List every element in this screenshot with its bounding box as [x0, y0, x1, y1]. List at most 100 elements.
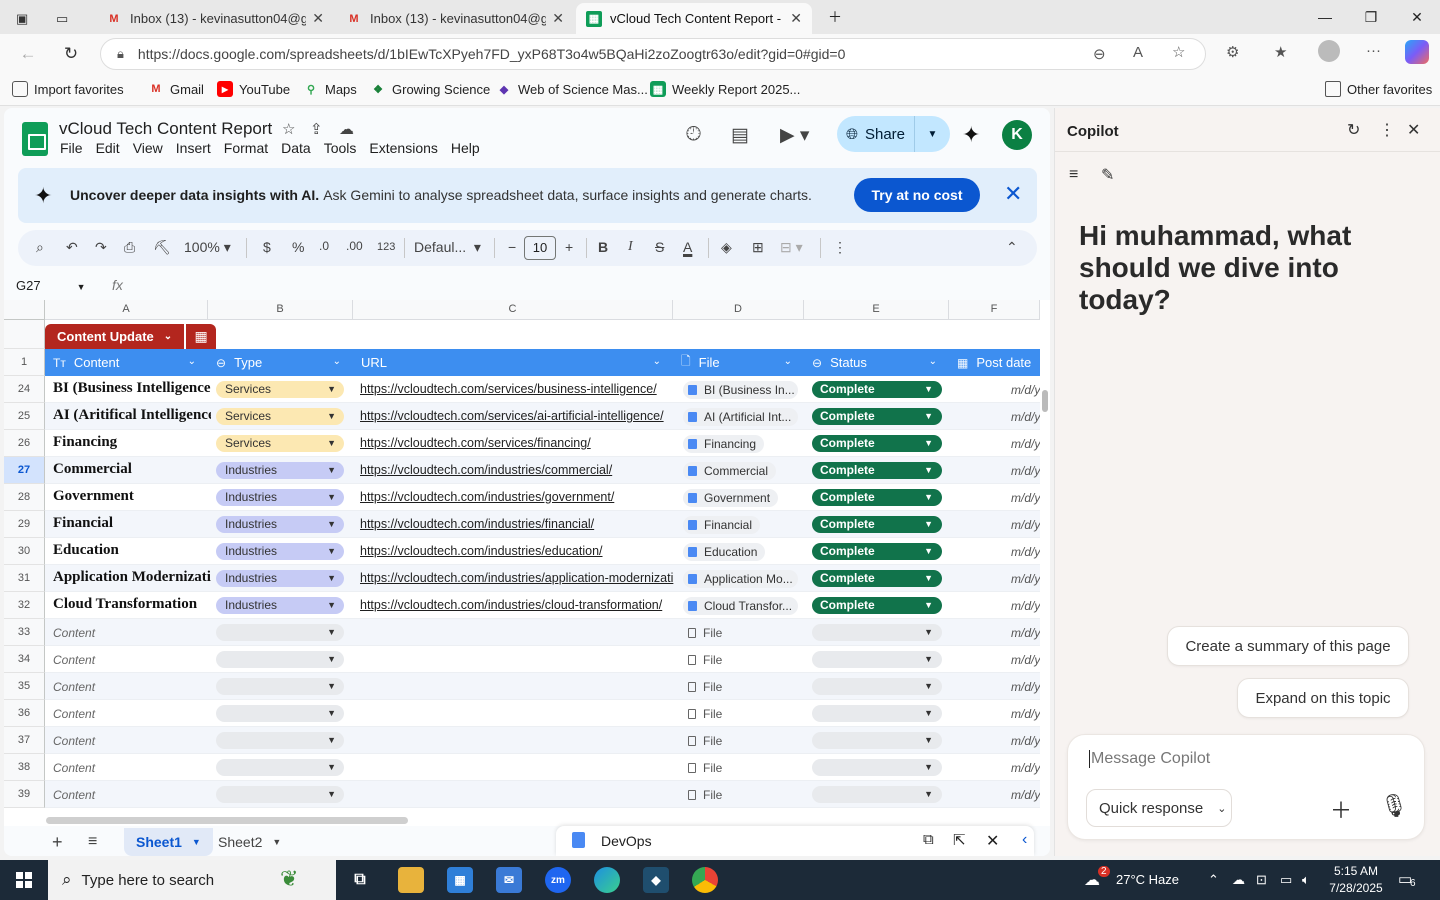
- type-chip[interactable]: Industries ▼: [216, 570, 344, 587]
- dropdown-arrow-icon[interactable]: ▼: [327, 732, 336, 749]
- dropdown-arrow-icon[interactable]: ▼: [327, 462, 336, 479]
- table-name-badge[interactable]: Content Update ⌄ ▦: [45, 324, 217, 349]
- url-field[interactable]: 🔒︎ https://docs.google.com/spreadsheets/…: [100, 38, 1206, 70]
- copy-icon[interactable]: ⧉: [923, 831, 934, 848]
- dropdown-arrow-icon[interactable]: ▼: [924, 543, 933, 560]
- new-tab-button[interactable]: ＋: [812, 0, 858, 34]
- url-link[interactable]: https://vcloudtech.com/services/financin…: [360, 436, 676, 450]
- url-link[interactable]: https://vcloudtech.com/industries/cloud-…: [360, 598, 676, 612]
- row-header[interactable]: 31: [4, 565, 45, 592]
- status-chip[interactable]: Complete ▼: [812, 462, 942, 479]
- cell-content[interactable]: Education: [53, 542, 211, 559]
- version-history-icon[interactable]: 🕘︎: [686, 124, 701, 146]
- menu-icon[interactable]: ≡: [1069, 166, 1078, 184]
- sheets-logo-icon[interactable]: [22, 122, 48, 156]
- cell-content[interactable]: Application Modernizati: [53, 569, 211, 586]
- browser-tab-gmail-1[interactable]: M Inbox (13) - kevinasutton04@gma ✕: [96, 3, 334, 34]
- decrease-decimal-button[interactable]: .0: [319, 239, 329, 253]
- fav-other[interactable]: Other favorites: [1325, 81, 1432, 97]
- table-row[interactable]: AI (Aritifical Intelligence Services ▼ http…: [45, 403, 1040, 430]
- volume-icon[interactable]: 🔈︎: [1302, 872, 1310, 888]
- app-icon[interactable]: ◆: [643, 867, 669, 893]
- horizontal-scrollbar[interactable]: [4, 814, 1050, 826]
- close-banner-icon[interactable]: ✕: [1004, 181, 1022, 207]
- account-avatar[interactable]: K: [1002, 120, 1032, 150]
- select-all-corner[interactable]: [4, 300, 45, 320]
- font-family-select[interactable]: Defaul... ▾: [414, 239, 481, 256]
- post-date-cell[interactable]: m/d/y: [1011, 410, 1040, 424]
- dropdown-arrow-icon[interactable]: ▼: [924, 489, 933, 506]
- status-chip[interactable]: Complete ▼: [812, 381, 942, 398]
- status-chip[interactable]: ▼: [812, 678, 942, 695]
- fav-maps[interactable]: ⚲ Maps: [303, 81, 357, 97]
- menu-insert[interactable]: Insert: [176, 140, 211, 156]
- star-icon[interactable]: ☆: [282, 120, 295, 138]
- file-chip[interactable]: Cloud Transfor...: [683, 597, 798, 615]
- file-chip[interactable]: File: [683, 705, 730, 723]
- cell-content[interactable]: AI (Aritifical Intelligence: [53, 407, 211, 424]
- dropdown-arrow-icon[interactable]: ▼: [327, 759, 336, 776]
- table-row[interactable]: Content ▼ File ▼ m/d/y: [45, 619, 1040, 646]
- decrease-font-size-icon[interactable]: −: [508, 239, 516, 255]
- table-row[interactable]: Content ▼ File ▼ m/d/y: [45, 673, 1040, 700]
- open-external-icon[interactable]: ⇱: [953, 831, 966, 849]
- post-date-cell[interactable]: m/d/y: [1011, 464, 1040, 478]
- refresh-icon[interactable]: ↻: [57, 40, 85, 68]
- network-icon[interactable]: ▭: [1280, 872, 1292, 888]
- new-chat-icon[interactable]: ✎: [1101, 165, 1114, 185]
- italic-icon[interactable]: I: [628, 239, 633, 255]
- dropdown-arrow-icon[interactable]: ▼: [327, 543, 336, 560]
- row-header[interactable]: 32: [4, 592, 45, 619]
- currency-format-button[interactable]: $: [263, 239, 271, 255]
- microphone-icon[interactable]: 🎙︎: [1380, 793, 1408, 819]
- dropdown-arrow-icon[interactable]: ▼: [924, 435, 933, 452]
- cell-content[interactable]: Financial: [53, 515, 211, 532]
- borders-icon[interactable]: ⊞: [752, 239, 764, 256]
- file-chip[interactable]: BI (Business In...: [683, 381, 798, 399]
- table-row[interactable]: Content ▼ File ▼ m/d/y: [45, 700, 1040, 727]
- zoom-app-icon[interactable]: zm: [545, 867, 571, 893]
- status-chip[interactable]: Complete ▼: [812, 516, 942, 533]
- paint-format-icon[interactable]: ⛏: [153, 239, 171, 256]
- post-date-cell[interactable]: m/d/y: [1011, 437, 1040, 451]
- file-explorer-icon[interactable]: [398, 867, 424, 893]
- post-date-cell[interactable]: m/d/y: [1011, 707, 1040, 721]
- cloud-status-icon[interactable]: ☁: [339, 120, 354, 138]
- favorite-star-icon[interactable]: ☆: [1172, 43, 1185, 61]
- cell-content[interactable]: Content: [53, 734, 211, 748]
- table-row[interactable]: Financial Industries ▼ https://vcloudtech.c…: [45, 511, 1040, 538]
- cell-content[interactable]: Government: [53, 488, 211, 505]
- clock[interactable]: 5:15 AM 7/28/2025: [1326, 863, 1386, 897]
- row-header[interactable]: 30: [4, 538, 45, 565]
- cell-content[interactable]: Commercial: [53, 461, 211, 478]
- merge-cells-icon[interactable]: ⊟ ▾: [780, 239, 803, 256]
- dropdown-arrow-icon[interactable]: ▼: [327, 624, 336, 641]
- type-chip[interactable]: Services ▼: [216, 381, 344, 398]
- column-header-a[interactable]: A: [45, 300, 208, 320]
- table-row[interactable]: Commercial Industries ▼ https://vcloudtech.…: [45, 457, 1040, 484]
- devops-panel[interactable]: DevOps ⧉ ⇱ ✕ ‹: [556, 826, 1034, 856]
- file-chip[interactable]: File: [683, 732, 730, 750]
- type-chip[interactable]: ▼: [216, 678, 344, 695]
- dropdown-arrow-icon[interactable]: ▼: [924, 570, 933, 587]
- post-date-cell[interactable]: m/d/y: [1011, 788, 1040, 802]
- share-dropdown-icon[interactable]: ▼: [915, 129, 950, 140]
- file-chip[interactable]: File: [683, 786, 730, 804]
- more-options-icon[interactable]: ⋮: [1379, 120, 1395, 140]
- type-chip[interactable]: Industries ▼: [216, 462, 344, 479]
- post-date-cell[interactable]: m/d/y: [1011, 518, 1040, 532]
- show-hidden-icons[interactable]: ⌃: [1208, 872, 1219, 888]
- redo-icon[interactable]: ↷: [95, 239, 107, 256]
- type-chip[interactable]: ▼: [216, 624, 344, 641]
- file-chip[interactable]: Application Mo...: [683, 570, 798, 588]
- edge-icon[interactable]: [594, 867, 620, 893]
- task-view-icon[interactable]: ⧉: [347, 867, 373, 893]
- move-folder-icon[interactable]: ⇪: [310, 120, 323, 138]
- cell-content[interactable]: Content: [53, 707, 211, 721]
- type-chip[interactable]: Industries ▼: [216, 489, 344, 506]
- header-url[interactable]: URL ⌄: [353, 349, 673, 376]
- tab-sheet2[interactable]: Sheet2 ▼: [218, 828, 281, 856]
- dropdown-arrow-icon[interactable]: ▼: [924, 678, 933, 695]
- dropdown-arrow-icon[interactable]: ▼: [327, 408, 336, 425]
- status-chip[interactable]: Complete ▼: [812, 408, 942, 425]
